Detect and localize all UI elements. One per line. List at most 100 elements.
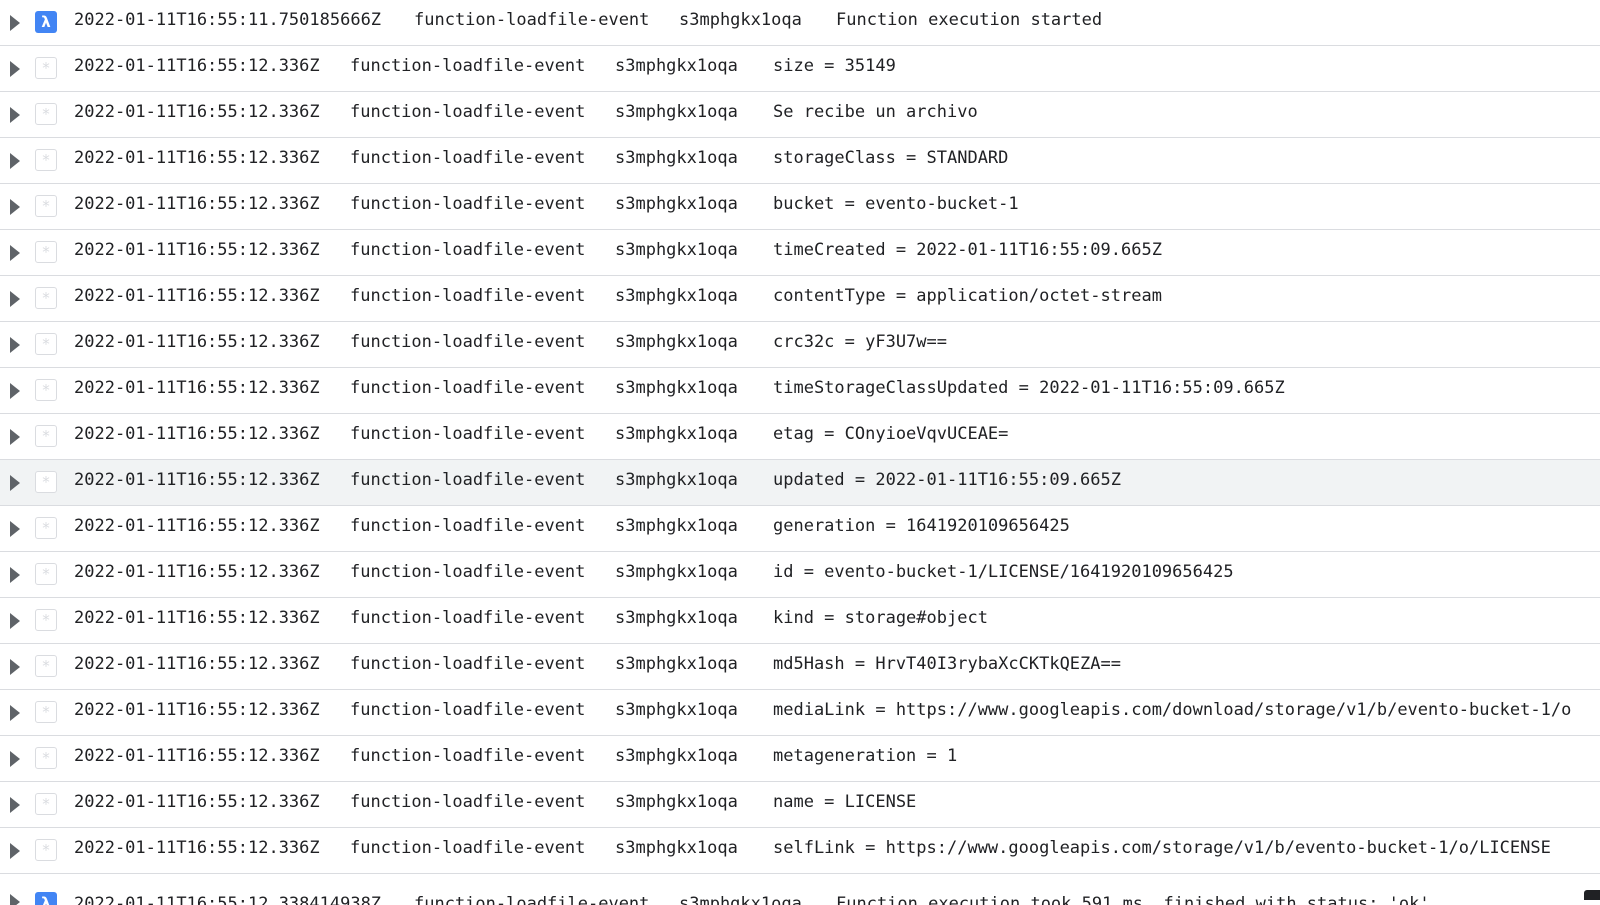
log-entry-row[interactable]: * 2022-01-11T16:55:12.336Z function-load… [0, 506, 1600, 552]
expand-arrow-icon[interactable] [10, 567, 20, 583]
expand-arrow-icon[interactable] [10, 153, 20, 169]
log-execution-id[interactable]: s3mphgkx1oqa [615, 322, 738, 362]
log-execution-id[interactable]: s3mphgkx1oqa [615, 506, 738, 546]
log-entry-row[interactable]: * 2022-01-11T16:55:12.336Z function-load… [0, 644, 1600, 690]
log-execution-id[interactable]: s3mphgkx1oqa [615, 782, 738, 822]
log-function-name[interactable]: function-loadfile-event [350, 414, 585, 454]
log-execution-id[interactable]: s3mphgkx1oqa [615, 552, 738, 592]
expand-arrow-icon[interactable] [10, 61, 20, 77]
log-entry-row[interactable]: * 2022-01-11T16:55:12.336Z function-load… [0, 322, 1600, 368]
log-entry-row[interactable]: * 2022-01-11T16:55:12.336Z function-load… [0, 690, 1600, 736]
log-execution-id[interactable]: s3mphgkx1oqa [615, 828, 738, 868]
log-execution-id[interactable]: s3mphgkx1oqa [615, 460, 738, 500]
log-execution-id[interactable]: s3mphgkx1oqa [615, 736, 738, 776]
log-entry-row[interactable]: * 2022-01-11T16:55:12.336Z function-load… [0, 184, 1600, 230]
log-function-name[interactable]: function-loadfile-event [350, 138, 585, 178]
expand-arrow-icon[interactable] [10, 199, 20, 215]
log-entry-row[interactable]: * 2022-01-11T16:55:12.336Z function-load… [0, 598, 1600, 644]
log-entry-row[interactable]: * 2022-01-11T16:55:12.336Z function-load… [0, 460, 1600, 506]
log-execution-id[interactable]: s3mphgkx1oqa [615, 230, 738, 270]
log-execution-id[interactable]: s3mphgkx1oqa [615, 92, 738, 132]
log-timestamp: 2022-01-11T16:55:12.336Z [74, 194, 320, 214]
log-timestamp: 2022-01-11T16:55:12.336Z [74, 562, 320, 582]
log-function-name[interactable]: function-loadfile-event [350, 368, 585, 408]
log-function-name[interactable]: function-loadfile-event [350, 184, 585, 224]
expand-arrow-icon[interactable] [10, 15, 20, 31]
edge-marker-icon [1584, 890, 1600, 900]
log-entry-row[interactable]: * 2022-01-11T16:55:12.336Z function-load… [0, 782, 1600, 828]
log-execution-id[interactable]: s3mphgkx1oqa [615, 690, 738, 730]
asterisk-icon: * [35, 195, 57, 217]
log-timestamp: 2022-01-11T16:55:12.336Z [74, 746, 320, 766]
log-function-name[interactable]: function-loadfile-event [350, 506, 585, 546]
log-execution-id[interactable]: s3mphgkx1oqa [615, 276, 738, 316]
asterisk-icon: * [35, 655, 57, 677]
log-message: generation = 1641920109656425 [773, 516, 1070, 536]
log-entry-row[interactable]: * 2022-01-11T16:55:12.336Z function-load… [0, 414, 1600, 460]
expand-arrow-icon[interactable] [10, 291, 20, 307]
expand-arrow-icon[interactable] [10, 797, 20, 813]
log-function-name[interactable]: function-loadfile-event [350, 828, 585, 868]
log-execution-id[interactable]: s3mphgkx1oqa [679, 0, 802, 40]
asterisk-icon: * [35, 471, 57, 493]
log-function-name[interactable]: function-loadfile-event [414, 0, 649, 40]
expand-arrow-icon[interactable] [10, 475, 20, 491]
expand-arrow-icon[interactable] [10, 705, 20, 721]
expand-arrow-icon[interactable] [10, 659, 20, 675]
expand-arrow-icon[interactable] [10, 843, 20, 859]
expand-arrow-icon[interactable] [10, 894, 20, 905]
log-execution-id[interactable]: s3mphgkx1oqa [615, 184, 738, 224]
expand-arrow-icon[interactable] [10, 383, 20, 399]
log-entry-row[interactable]: * 2022-01-11T16:55:12.336Z function-load… [0, 736, 1600, 782]
log-entry-row[interactable]: * 2022-01-11T16:55:12.336Z function-load… [0, 230, 1600, 276]
log-function-name[interactable]: function-loadfile-event [350, 782, 585, 822]
log-execution-id[interactable]: s3mphgkx1oqa [615, 414, 738, 454]
expand-arrow-icon[interactable] [10, 107, 20, 123]
expand-arrow-icon[interactable] [10, 751, 20, 767]
log-entry-row[interactable]: * 2022-01-11T16:55:12.336Z function-load… [0, 552, 1600, 598]
log-function-name[interactable]: function-loadfile-event [350, 460, 585, 500]
log-function-name[interactable]: function-loadfile-event [350, 644, 585, 684]
log-message: Se recibe un archivo [773, 102, 978, 122]
log-entries-list: λ 2022-01-11T16:55:11.750185666Z functio… [0, 0, 1600, 905]
log-message: etag = COnyioeVqvUCEAE= [773, 424, 1009, 444]
log-function-name[interactable]: function-loadfile-event [350, 92, 585, 132]
expand-arrow-icon[interactable] [10, 245, 20, 261]
log-function-name[interactable]: function-loadfile-event [350, 276, 585, 316]
expand-arrow-icon[interactable] [10, 613, 20, 629]
log-entry-row[interactable]: λ 2022-01-11T16:55:11.750185666Z functio… [0, 0, 1600, 46]
log-entry-row[interactable]: * 2022-01-11T16:55:12.336Z function-load… [0, 46, 1600, 92]
log-function-name[interactable]: function-loadfile-event [350, 736, 585, 776]
log-execution-id[interactable]: s3mphgkx1oqa [615, 46, 738, 86]
log-execution-id[interactable]: s3mphgkx1oqa [615, 598, 738, 638]
log-function-name[interactable]: function-loadfile-event [350, 46, 585, 86]
log-message: updated = 2022-01-11T16:55:09.665Z [773, 470, 1121, 490]
log-entry-row[interactable]: * 2022-01-11T16:55:12.336Z function-load… [0, 368, 1600, 414]
lambda-icon: λ [35, 11, 57, 33]
log-message: selfLink = https://www.googleapis.com/st… [773, 838, 1551, 858]
log-function-name[interactable]: function-loadfile-event [350, 690, 585, 730]
log-message: storageClass = STANDARD [773, 148, 1009, 168]
log-execution-id[interactable]: s3mphgkx1oqa [679, 884, 802, 905]
log-entry-row[interactable]: λ 2022-01-11T16:55:12.338414938Z functio… [0, 874, 1600, 905]
log-timestamp: 2022-01-11T16:55:12.336Z [74, 332, 320, 352]
expand-arrow-icon[interactable] [10, 337, 20, 353]
log-entry-row[interactable]: * 2022-01-11T16:55:12.336Z function-load… [0, 138, 1600, 184]
log-entry-row[interactable]: * 2022-01-11T16:55:12.336Z function-load… [0, 276, 1600, 322]
log-function-name[interactable]: function-loadfile-event [414, 884, 649, 905]
log-function-name[interactable]: function-loadfile-event [350, 230, 585, 270]
log-function-name[interactable]: function-loadfile-event [350, 322, 585, 362]
log-entry-row[interactable]: * 2022-01-11T16:55:12.336Z function-load… [0, 828, 1600, 874]
expand-arrow-icon[interactable] [10, 521, 20, 537]
log-execution-id[interactable]: s3mphgkx1oqa [615, 138, 738, 178]
log-message: crc32c = yF3U7w== [773, 332, 947, 352]
log-execution-id[interactable]: s3mphgkx1oqa [615, 644, 738, 684]
log-entry-row[interactable]: * 2022-01-11T16:55:12.336Z function-load… [0, 92, 1600, 138]
log-function-name[interactable]: function-loadfile-event [350, 552, 585, 592]
log-message: size = 35149 [773, 56, 896, 76]
expand-arrow-icon[interactable] [10, 429, 20, 445]
asterisk-icon: * [35, 287, 57, 309]
log-execution-id[interactable]: s3mphgkx1oqa [615, 368, 738, 408]
log-message: metageneration = 1 [773, 746, 958, 766]
log-function-name[interactable]: function-loadfile-event [350, 598, 585, 638]
